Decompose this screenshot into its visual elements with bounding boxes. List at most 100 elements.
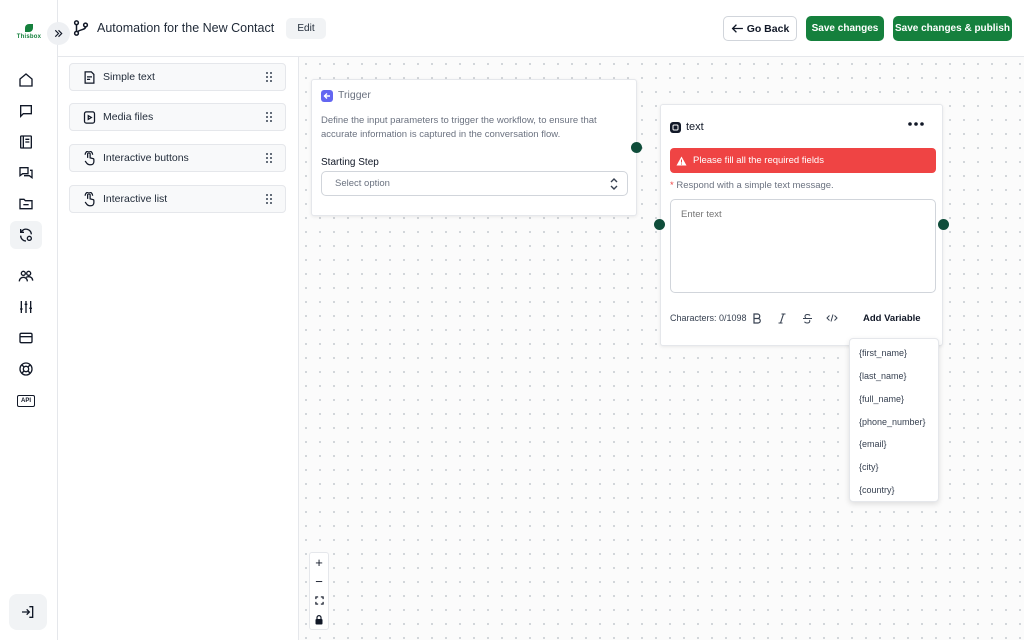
nav-chat[interactable]	[10, 97, 42, 125]
fit-view-button[interactable]	[310, 591, 328, 610]
palette-item-simple-text[interactable]: Simple text	[69, 63, 286, 91]
conversations-icon	[19, 167, 33, 179]
trigger-description: Define the input parameters to trigger t…	[321, 115, 597, 140]
text-node-icon	[670, 122, 681, 133]
sliders-icon	[20, 301, 32, 313]
zoom-in-button[interactable]: +	[310, 553, 328, 572]
respond-label: * Respond with a simple text message.	[670, 180, 834, 191]
variable-option[interactable]: {country}	[859, 485, 895, 495]
nav-automation[interactable]	[10, 221, 42, 249]
logout-button[interactable]	[9, 594, 47, 630]
api-icon: API	[17, 395, 35, 407]
starting-step-select[interactable]: Select option	[321, 171, 628, 196]
drag-handle-icon[interactable]	[265, 152, 273, 164]
code-icon	[826, 314, 838, 322]
text-node-input-handle[interactable]	[654, 219, 665, 230]
italic-icon	[778, 312, 786, 324]
trigger-output-handle[interactable]	[631, 142, 642, 153]
edit-title-button[interactable]: Edit	[286, 18, 326, 39]
node-options-button[interactable]	[907, 117, 925, 131]
more-horizontal-icon	[908, 122, 924, 126]
chevron-up-down-icon	[610, 178, 618, 190]
double-chevron-right-icon	[54, 29, 63, 38]
users-icon	[18, 270, 34, 282]
respond-text: Respond with a simple text message.	[676, 180, 834, 191]
automation-icon	[20, 228, 32, 242]
warning-icon	[676, 156, 687, 165]
save-and-publish-button[interactable]: Save changes & publish	[893, 16, 1012, 41]
nav-home[interactable]	[10, 66, 42, 94]
tap-icon	[84, 191, 95, 206]
text-node-output-handle[interactable]	[938, 219, 949, 230]
page-title: Automation for the New Contact	[97, 21, 275, 35]
variable-option[interactable]: {city}	[859, 462, 879, 472]
lock-icon	[315, 614, 323, 624]
bold-icon	[753, 312, 761, 324]
variables-dropdown: {first_name} {last_name} {full_name} {ph…	[849, 338, 939, 502]
expand-sidebar-button[interactable]	[47, 22, 70, 45]
nav-api[interactable]: API	[10, 387, 42, 415]
arrow-left-icon	[731, 24, 743, 33]
trigger-icon	[321, 90, 333, 102]
zoom-controls: + −	[309, 552, 329, 630]
home-icon	[19, 73, 33, 87]
logout-icon	[22, 606, 34, 618]
bold-button[interactable]	[749, 310, 765, 326]
character-counter: Characters: 0/1098	[670, 313, 747, 323]
variable-option[interactable]: {full_name}	[859, 394, 904, 404]
card-icon	[19, 332, 33, 344]
variable-option[interactable]: {last_name}	[859, 371, 907, 381]
support-icon	[19, 362, 33, 376]
logo-leaf-icon	[25, 24, 33, 32]
nav-billing[interactable]	[10, 324, 42, 352]
drag-handle-icon[interactable]	[265, 111, 273, 123]
nav-book[interactable]	[10, 128, 42, 156]
starting-step-label: Starting Step	[321, 157, 379, 168]
palette-item-label: Media files	[103, 111, 154, 123]
app-logo[interactable]: Thisbox	[14, 22, 44, 44]
trigger-node[interactable]: Trigger Define the input parameters to t…	[311, 79, 637, 216]
logo-text: Thisbox	[16, 34, 42, 40]
variable-option[interactable]: {phone_number}	[859, 417, 926, 427]
book-icon	[20, 135, 32, 149]
palette-item-label: Interactive list	[103, 193, 168, 205]
starting-step-placeholder: Select option	[335, 178, 390, 189]
save-changes-button[interactable]: Save changes	[806, 16, 884, 41]
chat-icon	[20, 105, 32, 118]
text-node[interactable]: text Please fill all the required fields…	[660, 104, 943, 346]
drag-handle-icon[interactable]	[265, 71, 273, 83]
fit-view-icon	[314, 596, 324, 605]
media-icon	[83, 110, 96, 124]
validation-alert: Please fill all the required fields	[670, 148, 936, 173]
palette-item-interactive-list[interactable]: Interactive list	[69, 185, 286, 213]
lock-button[interactable]	[310, 610, 328, 629]
workflow-icon	[72, 19, 90, 37]
code-button[interactable]	[824, 310, 840, 326]
folder-icon	[19, 198, 33, 210]
palette-item-label: Simple text	[103, 71, 155, 83]
strikethrough-button[interactable]	[799, 310, 815, 326]
nav-support[interactable]	[10, 355, 42, 383]
nav-folder[interactable]	[10, 190, 42, 218]
required-mark: *	[670, 180, 674, 191]
tap-icon	[84, 150, 95, 165]
drag-handle-icon[interactable]	[265, 193, 273, 205]
variable-option[interactable]: {first_name}	[859, 348, 907, 358]
strikethrough-icon	[802, 313, 812, 324]
nav-settings-sliders[interactable]	[10, 293, 42, 321]
nav-users[interactable]	[10, 262, 42, 290]
trigger-title: Trigger	[338, 89, 371, 101]
zoom-out-button[interactable]: −	[310, 572, 328, 591]
nav-conversations[interactable]	[10, 159, 42, 187]
italic-button[interactable]	[774, 310, 790, 326]
go-back-label: Go Back	[746, 22, 790, 35]
palette-item-media-files[interactable]: Media files	[69, 103, 286, 131]
text-doc-icon	[84, 70, 95, 84]
message-textarea[interactable]	[670, 199, 936, 293]
alert-text: Please fill all the required fields	[693, 155, 824, 166]
go-back-button[interactable]: Go Back	[723, 16, 797, 41]
variable-option[interactable]: {email}	[859, 439, 887, 449]
add-variable-button[interactable]: Add Variable	[863, 313, 921, 324]
palette-item-interactive-buttons[interactable]: Interactive buttons	[69, 144, 286, 172]
palette-item-label: Interactive buttons	[103, 152, 189, 164]
